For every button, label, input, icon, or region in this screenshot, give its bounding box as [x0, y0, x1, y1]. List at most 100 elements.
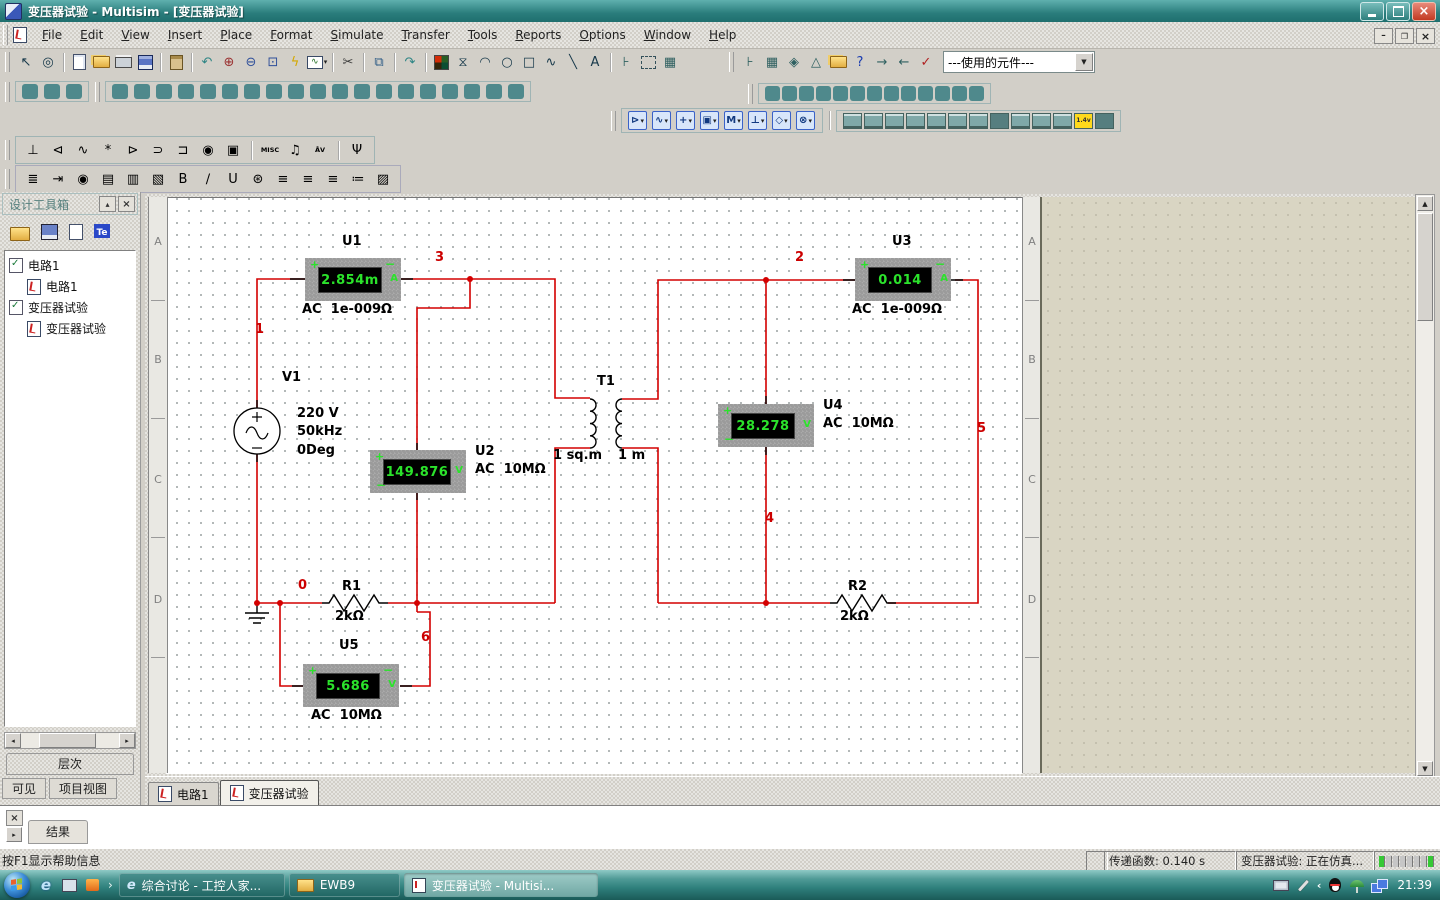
sheet-tab-circuit1[interactable]: 电路1	[148, 782, 219, 805]
show-desktop-icon[interactable]	[61, 877, 77, 893]
place-audio-icon[interactable]: ♫	[284, 139, 306, 161]
tree-item-transformer-test-page[interactable]: 变压器试验	[7, 318, 133, 339]
ie-quicklaunch-icon[interactable]	[38, 877, 54, 893]
analog-virtual-icon[interactable]: ⊳▾	[628, 111, 647, 130]
component-button[interactable]	[935, 86, 950, 101]
component-button[interactable]	[178, 84, 194, 99]
menu-tools[interactable]: Tools	[459, 25, 507, 45]
hourglass-icon[interactable]: ⧖	[452, 51, 474, 73]
spreadsheet-view-icon[interactable]: ▦	[761, 51, 783, 73]
tree-item-transformer-test[interactable]: 变压器试验	[7, 297, 133, 318]
toolbar-grip[interactable]	[5, 82, 10, 102]
component-button[interactable]	[918, 86, 933, 101]
menu-format[interactable]: Format	[261, 25, 321, 45]
taskbar-item-multisim[interactable]: 变压器试验 - Multisi...	[404, 873, 598, 897]
selection-box-icon[interactable]	[637, 51, 659, 73]
qq-messenger-icon[interactable]	[1327, 877, 1343, 893]
draw-ellipse-icon[interactable]: ○	[496, 51, 518, 73]
place-source-icon[interactable]: ⊥	[22, 139, 44, 161]
run-simulation-icon[interactable]: ϟ	[284, 51, 306, 73]
open-folder-icon[interactable]	[10, 227, 30, 241]
component-button[interactable]	[376, 84, 392, 99]
component-button[interactable]	[833, 86, 848, 101]
save-icon[interactable]	[134, 51, 156, 73]
menu-view[interactable]: View	[112, 25, 158, 45]
component-button[interactable]	[222, 84, 238, 99]
checkbox-icon[interactable]	[9, 258, 23, 273]
page-properties-icon[interactable]: ▧	[147, 168, 169, 190]
text-edit-icon[interactable]	[94, 224, 110, 238]
toolbar-grip[interactable]	[748, 84, 753, 104]
basic-virtual-icon[interactable]: ∿▾	[652, 111, 671, 130]
scroll-left-icon[interactable]	[5, 733, 21, 748]
component-button[interactable]	[66, 84, 82, 99]
component-button[interactable]	[782, 86, 797, 101]
component-button[interactable]	[266, 84, 282, 99]
tab-project-view[interactable]: 项目视图	[49, 778, 117, 799]
component-button[interactable]	[969, 86, 984, 101]
netlist-icon[interactable]: ⊦	[615, 51, 637, 73]
zoom-area-icon[interactable]: ⊡	[262, 51, 284, 73]
label-u3[interactable]: U3	[892, 234, 912, 249]
logic-converter-icon[interactable]	[1032, 113, 1051, 129]
input-method-icon[interactable]	[1273, 877, 1289, 893]
scroll-down-icon[interactable]	[1417, 761, 1433, 776]
lab-instrument-icon[interactable]	[1095, 113, 1114, 129]
component-button[interactable]	[867, 86, 882, 101]
component-button[interactable]	[508, 84, 524, 99]
sheet-tab-transformer-test[interactable]: 变压器试验	[220, 780, 319, 805]
paste-icon[interactable]	[165, 51, 187, 73]
results-tab[interactable]: 结果	[28, 820, 88, 844]
rated-virtual-icon[interactable]: ◇▾	[772, 111, 791, 130]
underline-icon[interactable]: U	[222, 168, 244, 190]
canvas-vertical-scrollbar[interactable]	[1415, 194, 1435, 778]
place-rf-icon[interactable]: Ψ	[346, 139, 368, 161]
bold-icon[interactable]: B	[172, 168, 194, 190]
toolbar-grip[interactable]	[5, 52, 10, 72]
export-data-icon[interactable]: ▤	[97, 168, 119, 190]
mdi-minimize-button[interactable]	[1374, 28, 1393, 44]
new-sheet-icon[interactable]	[69, 224, 83, 240]
checkbox-icon[interactable]	[9, 300, 23, 315]
zoom-out-icon[interactable]: ⊖	[240, 51, 262, 73]
component-button[interactable]	[884, 86, 899, 101]
overlay-traces-icon[interactable]: ◉	[72, 168, 94, 190]
iv-analyzer-icon[interactable]	[1053, 113, 1072, 129]
component-button[interactable]	[310, 84, 326, 99]
menu-reports[interactable]: Reports	[506, 25, 570, 45]
color-settings-icon[interactable]	[430, 51, 452, 73]
close-button[interactable]	[1412, 2, 1436, 21]
component-button[interactable]	[332, 84, 348, 99]
results-close-button[interactable]	[6, 810, 23, 826]
dropdown-arrow-icon[interactable]: ▾	[688, 117, 692, 125]
dropdown-arrow-icon[interactable]: ▾	[784, 117, 788, 125]
text-tool-icon[interactable]: A	[584, 51, 606, 73]
place-diode-icon[interactable]: ⊲	[47, 139, 69, 161]
multimeter-u2[interactable]: + − 149.876 V	[370, 450, 466, 493]
dropdown-arrow-icon[interactable]	[1075, 53, 1093, 71]
cursor-mode-icon[interactable]: ⇥	[47, 168, 69, 190]
toolbar-grip[interactable]	[729, 52, 734, 72]
scrollbar-thumb[interactable]	[1417, 213, 1433, 321]
dropdown-arrow-icon[interactable]: ▾	[640, 117, 644, 125]
multimeter-u3[interactable]: + − 0.014 A	[855, 258, 951, 301]
print-icon[interactable]	[112, 51, 134, 73]
tree-item-circuit1-page[interactable]: 电路1	[7, 276, 133, 297]
component-button[interactable]	[799, 86, 814, 101]
back-annotate-icon[interactable]: ←	[893, 51, 915, 73]
component-button[interactable]	[765, 86, 780, 101]
scroll-right-icon[interactable]	[119, 733, 135, 748]
draw-polyline-icon[interactable]: ∿	[540, 51, 562, 73]
mdi-restore-button[interactable]	[1395, 28, 1414, 44]
power-source-virtual-icon[interactable]: ⊥▾	[748, 111, 767, 130]
component-button[interactable]	[200, 84, 216, 99]
minimize-button[interactable]	[1360, 2, 1384, 21]
multimeter-icon[interactable]	[843, 113, 862, 129]
align-right-icon[interactable]: ≡	[322, 168, 344, 190]
dropdown-arrow-icon[interactable]: ▾	[713, 117, 717, 125]
draw-line-icon[interactable]: ╲	[562, 51, 584, 73]
label-u1[interactable]: U1	[342, 234, 362, 249]
measurement-virtual-icon[interactable]: ▣▾	[700, 111, 719, 130]
misc-virtual-icon[interactable]: M▾	[724, 111, 743, 130]
panel-close-button[interactable]	[118, 196, 135, 212]
